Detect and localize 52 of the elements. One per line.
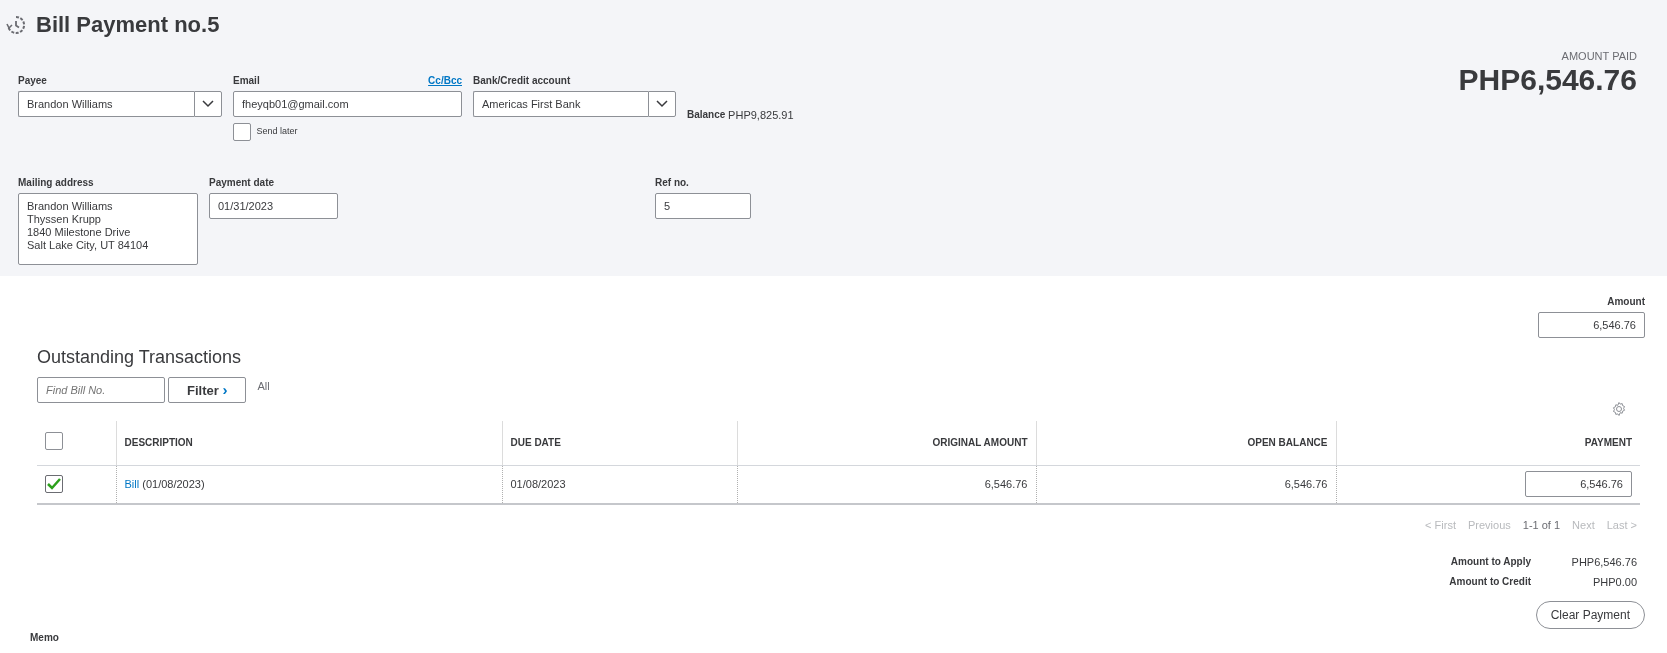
filter-value: All bbox=[257, 378, 270, 394]
checkbox[interactable] bbox=[45, 431, 63, 450]
total-label: Amount to Apply bbox=[1450, 554, 1531, 569]
total-label: Amount to Credit bbox=[1449, 575, 1531, 589]
search-field[interactable]: Find Bill No. bbox=[37, 377, 165, 403]
pagination-link[interactable]: 1-1 of 1 bbox=[1522, 517, 1561, 534]
field-label: Amount bbox=[1607, 295, 1645, 309]
section-title: Outstanding Transactions bbox=[37, 346, 243, 369]
dropdown-button[interactable] bbox=[194, 91, 222, 117]
settings-icon[interactable] bbox=[1611, 401, 1627, 417]
table-cell: 01/08/2023 bbox=[510, 478, 566, 490]
input-field[interactable]: 5 bbox=[655, 192, 751, 219]
field-label: Payee bbox=[18, 74, 48, 88]
dropdown-field[interactable]: Brandon Williams bbox=[18, 91, 194, 117]
amount-paid-value: PHP6,546.76 bbox=[1458, 64, 1637, 95]
balance-label: Balance bbox=[687, 108, 726, 122]
chevron-down-icon bbox=[656, 100, 668, 108]
payment-field[interactable]: 6,546.76 bbox=[1525, 471, 1632, 498]
field-label: Payment date bbox=[209, 175, 276, 190]
table-cell: 6,546.76 bbox=[1284, 478, 1328, 490]
table-cell: 6,546.76 bbox=[984, 478, 1028, 490]
field-label: Ref no. bbox=[655, 175, 690, 190]
bill-link[interactable]: Bill bbox=[124, 478, 140, 490]
field-label: Mailing address bbox=[18, 175, 95, 190]
filter-button[interactable]: Filter › bbox=[168, 377, 247, 403]
amount-field[interactable]: 6,546.76 bbox=[1538, 312, 1645, 338]
field-label: Email bbox=[233, 74, 260, 88]
dropdown-button[interactable] bbox=[648, 91, 676, 117]
table-cell: Bill (01/08/2023) bbox=[124, 478, 205, 490]
checkbox[interactable] bbox=[233, 122, 251, 141]
column-header: DESCRIPTION bbox=[116, 421, 502, 465]
page-title: Bill Payment no.5 bbox=[36, 11, 220, 39]
total-value: PHP0.00 bbox=[1591, 575, 1637, 590]
column-header: OPEN BALANCE bbox=[1036, 421, 1336, 465]
cc-bcc-link[interactable]: Cc/Bcc bbox=[428, 73, 462, 91]
email-field[interactable]: fheyqb01@gmail.com bbox=[233, 91, 462, 117]
total-value: PHP6,546.76 bbox=[1570, 554, 1637, 570]
checkbox-label: Send later bbox=[256, 124, 298, 138]
balance-value: PHP9,825.91 bbox=[728, 108, 794, 123]
input-field[interactable]: 01/31/2023 bbox=[209, 192, 338, 219]
dropdown-field[interactable]: Americas First Bank bbox=[473, 91, 648, 117]
clear-payment-button[interactable]: Clear Payment bbox=[1535, 600, 1645, 629]
history-clock-icon bbox=[6, 14, 26, 35]
column-header: DUE DATE bbox=[502, 421, 737, 465]
checkbox[interactable] bbox=[45, 474, 63, 493]
field-label: Bank/Credit account bbox=[473, 74, 572, 88]
field-label: Memo bbox=[30, 630, 59, 645]
column-header: ORIGINAL AMOUNT bbox=[737, 421, 1036, 465]
address-field[interactable]: Brandon Williams Thyssen Krupp 1840 Milestone Drive Salt Lake City, UT 84104 bbox=[18, 192, 198, 265]
column-header: PAYMENT bbox=[1336, 421, 1640, 465]
amount-paid-label: AMOUNT PAID bbox=[1560, 49, 1637, 64]
chevron-down-icon bbox=[202, 100, 214, 108]
